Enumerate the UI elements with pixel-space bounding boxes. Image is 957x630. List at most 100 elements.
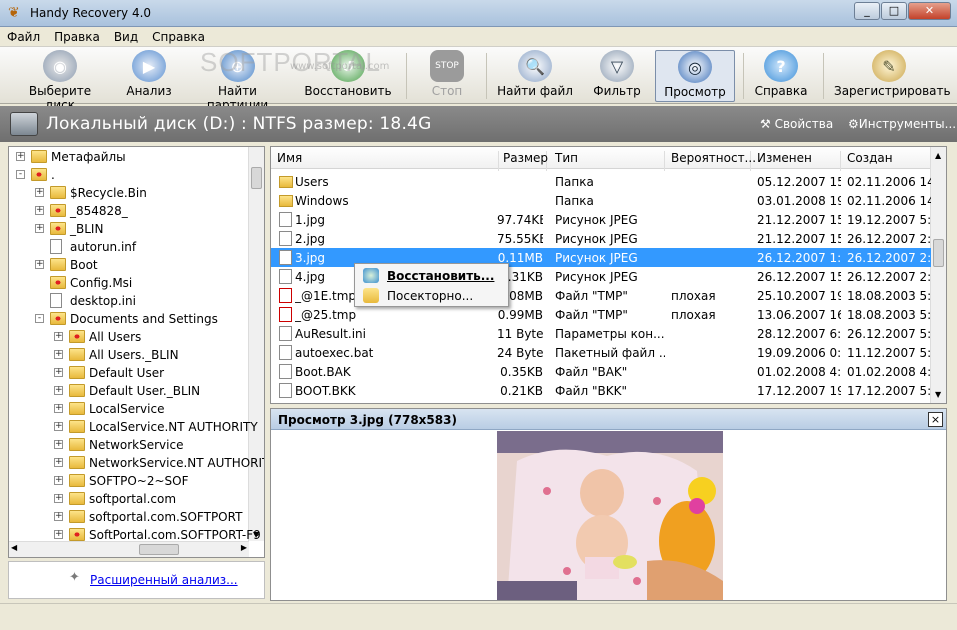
tools-icon: ⚙	[848, 117, 859, 131]
file-cell-modified: 05.12.2007 15...	[757, 175, 841, 189]
menu-view[interactable]: Вид	[107, 27, 145, 44]
expand-toggle-icon[interactable]: +	[54, 332, 63, 341]
folder-icon	[69, 366, 85, 379]
expand-toggle-icon[interactable]: -	[16, 170, 25, 179]
column-probability[interactable]: Вероятност...	[665, 151, 756, 171]
file-cell-type: Рисунок JPEG	[555, 232, 638, 246]
toolbar-separator	[743, 53, 744, 99]
column-created[interactable]: Создан	[841, 151, 931, 171]
file-row[interactable]: Users Папка 05.12.2007 15... 02.11.2006 14.…	[271, 172, 931, 191]
menu-help[interactable]: Справка	[145, 27, 212, 44]
preview-button[interactable]: ◎ Просмотр	[655, 50, 735, 102]
file-cell-type: Параметры кон...	[555, 327, 665, 341]
folder-icon	[31, 150, 47, 163]
file-row[interactable]: AuResult.ini 11 Bytes Параметры кон... 28.1…	[271, 324, 931, 343]
expand-toggle-icon[interactable]: +	[35, 260, 44, 269]
register-button[interactable]: ✎ Зарегистрировать	[834, 50, 951, 102]
file-cell-size: 24 Bytes	[497, 346, 543, 360]
filter-button[interactable]: ▽ Фильтр	[588, 50, 646, 102]
toolbar-separator	[486, 53, 487, 99]
status-bar	[0, 603, 957, 630]
select-disk-button[interactable]: ◉ Выберите диск	[14, 50, 106, 112]
expand-toggle-icon[interactable]: +	[35, 224, 44, 233]
file-icon	[279, 364, 292, 379]
folder-icon	[69, 420, 85, 433]
advanced-analysis-link[interactable]: Расширенный анализ...	[90, 573, 238, 587]
register-icon: ✎	[872, 50, 906, 82]
watermark-url: www.softportal.com	[290, 61, 390, 72]
menu-edit[interactable]: Правка	[47, 27, 107, 44]
file-row[interactable]: autoexec.bat 24 Bytes Пакетный файл ... 19.…	[271, 343, 931, 362]
file-cell-modified: 21.12.2007 15...	[757, 213, 841, 227]
file-cell-created: 11.12.2007 5:...	[847, 346, 931, 360]
expand-toggle-icon[interactable]: -	[35, 314, 44, 323]
expand-toggle-icon[interactable]: +	[35, 206, 44, 215]
find-file-button[interactable]: 🔍 Найти файл	[496, 50, 574, 102]
preview-header: Просмотр 3.jpg (778x583) ×	[271, 409, 946, 430]
file-icon	[279, 345, 292, 360]
file-cell-name: 1.jpg	[295, 213, 326, 227]
column-name[interactable]: Имя	[271, 151, 499, 171]
file-cell-type: Рисунок JPEG	[555, 251, 638, 265]
folder-icon	[69, 348, 85, 361]
expand-toggle-icon[interactable]: +	[54, 458, 63, 467]
close-button[interactable]: ✕	[908, 2, 951, 20]
file-cell-name: 2.jpg	[295, 232, 326, 246]
analyze-button[interactable]: ▶ Анализ	[120, 50, 178, 102]
file-cell-created: 18.08.2003 5:...	[847, 289, 931, 303]
expand-toggle-icon[interactable]: +	[54, 404, 63, 413]
column-size[interactable]: Размер	[497, 151, 548, 171]
magic-wand-icon: ✦	[69, 570, 80, 585]
file-row[interactable]: 1.jpg 97.74KB Рисунок JPEG 21.12.2007 15...…	[271, 210, 931, 229]
preview-close-button[interactable]: ×	[928, 412, 943, 427]
file-row[interactable]: Windows Папка 03.01.2008 19... 02.11.2006 1…	[271, 191, 931, 210]
file-row[interactable]: 2.jpg 75.55KB Рисунок JPEG 21.12.2007 15...…	[271, 229, 931, 248]
properties-link[interactable]: ⚒ Свойства	[760, 117, 833, 131]
tree-horizontal-scrollbar[interactable]: ◀ ▶	[9, 541, 249, 557]
file-icon	[279, 326, 292, 341]
expand-toggle-icon[interactable]: +	[54, 350, 63, 359]
column-modified[interactable]: Изменен	[751, 151, 841, 171]
expand-toggle-icon[interactable]: +	[54, 530, 63, 539]
column-type[interactable]: Тип	[549, 151, 665, 171]
maximize-button[interactable]: □	[881, 2, 907, 20]
menu-file[interactable]: Файл	[0, 27, 47, 44]
file-cell-created: 02.11.2006 14...	[847, 194, 931, 208]
file-cell-size: 11 Bytes	[497, 327, 543, 341]
sector-icon	[363, 288, 379, 303]
folder-icon	[50, 258, 66, 271]
advanced-analysis-panel: ✦ Расширенный анализ...	[8, 561, 265, 599]
tools-link[interactable]: ⚙Инструменты...	[848, 117, 956, 131]
minimize-button[interactable]: _	[854, 2, 880, 20]
file-cell-type: Рисунок JPEG	[555, 270, 638, 284]
expand-toggle-icon[interactable]: +	[35, 188, 44, 197]
tree-item-label: NetworkService.NT AUTHORIT	[89, 456, 265, 470]
stop-button[interactable]: STOP Стоп	[420, 50, 474, 102]
file-row[interactable]: BOOT.BKK 0.21KB Файл "BKK" 17.12.2007 19...…	[271, 381, 931, 400]
expand-toggle-icon[interactable]: +	[54, 422, 63, 431]
toolbar-separator	[406, 53, 407, 99]
expand-toggle-icon[interactable]: +	[54, 512, 63, 521]
tree-item-label: All Users._BLIN	[89, 348, 179, 362]
expand-toggle-icon[interactable]: +	[54, 494, 63, 503]
file-cell-type: Файл "BAK"	[555, 365, 628, 379]
context-sector-item[interactable]: Посекторно...	[359, 286, 507, 305]
expand-toggle-icon[interactable]: +	[54, 440, 63, 449]
tree-vertical-scrollbar[interactable]: ▼	[248, 147, 264, 541]
tree-item-label: Boot	[70, 258, 98, 272]
file-row[interactable]: _@25.tmp 0.99MB Файл "TMP" плохая 13.06.2007…	[271, 305, 931, 324]
help-button[interactable]: ? Справка	[752, 50, 810, 102]
tree-item-label: .	[51, 168, 55, 182]
expand-toggle-icon[interactable]: +	[54, 386, 63, 395]
list-vertical-scrollbar[interactable]: ▲ ▼	[930, 147, 946, 403]
expand-toggle-icon[interactable]: +	[54, 476, 63, 485]
file-cell-type: Папка	[555, 175, 594, 189]
file-row[interactable]: Boot.BAK 0.35KB Файл "BAK" 01.02.2008 4:...…	[271, 362, 931, 381]
restore-icon	[363, 268, 379, 283]
file-cell-modified: 26.12.2007 15...	[757, 270, 841, 284]
stop-icon: STOP	[430, 50, 464, 82]
expand-toggle-icon[interactable]: +	[54, 368, 63, 377]
folder-deleted-icon	[50, 222, 66, 235]
expand-toggle-icon[interactable]: +	[16, 152, 25, 161]
context-restore-item[interactable]: Восстановить...	[359, 266, 507, 285]
